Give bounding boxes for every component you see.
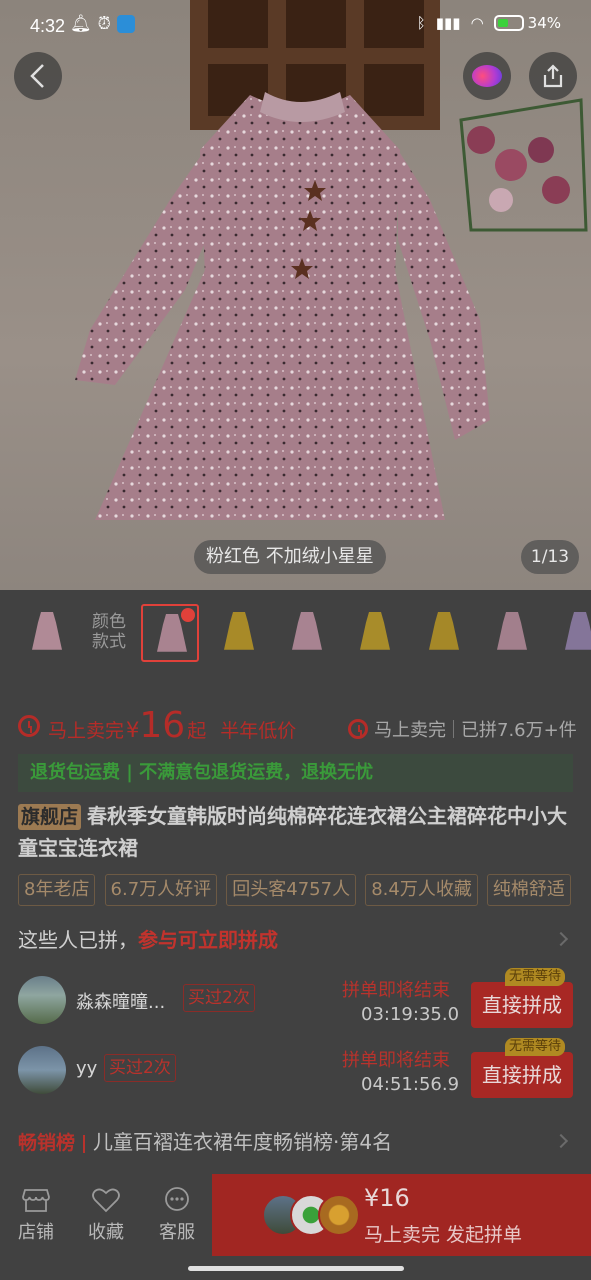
ai-orb-icon	[472, 65, 502, 87]
status-notification-icons: 🔔︎ ⏰︎	[70, 14, 135, 34]
chat-icon	[165, 1187, 189, 1211]
variant-label: 颜色 款式	[92, 612, 126, 652]
store-label: 店铺	[18, 1222, 54, 1243]
battery-icon	[493, 15, 524, 31]
variant-thumb-1[interactable]	[18, 604, 76, 662]
hot-icon	[181, 608, 195, 622]
group-buy-row: yy 买过2次 拼单即将结束 04:51:56.9 直接拼成 无需等待	[18, 1038, 578, 1100]
battery-level: 34%	[527, 14, 561, 32]
favorite-label: 收藏	[88, 1222, 124, 1243]
group-buy-header[interactable]: 这些人已拼，参与可立即拼成	[18, 924, 578, 954]
image-counter: 1/13	[521, 540, 579, 574]
alarm-icon: ⏰︎	[97, 14, 111, 34]
avatar	[18, 976, 66, 1024]
variant-thumb-5[interactable]	[346, 604, 404, 662]
status-system-icons: ᛒ ▮▮▮ ◠ 34%	[417, 14, 561, 32]
bestseller-ranking[interactable]: 畅销榜 儿童百褶连衣裙年度畅销榜·第4名	[18, 1126, 578, 1158]
variant-thumb-8[interactable]	[551, 604, 591, 662]
tag-item: 纯棉舒适	[486, 874, 571, 906]
buy-price: ¥16	[364, 1184, 410, 1212]
variant-thumb-6[interactable]	[415, 604, 473, 662]
sell-fast-label: 马上卖完	[48, 720, 125, 742]
tag-item: 8年老店	[18, 874, 96, 906]
join-group-button[interactable]: 直接拼成	[471, 982, 573, 1028]
product-title-text: 春秋季女童韩版时尚纯棉碎花连衣裙公主裙碎花中小大童宝宝连衣裙	[18, 804, 568, 860]
no-wait-badge: 无需等待	[505, 1038, 566, 1056]
alarm-clock-icon	[348, 719, 368, 739]
store-tags: 8年老店 6.7万人好评 回头客4757人 8.4万人收藏 纯棉舒适	[18, 874, 591, 908]
heart-icon	[92, 1188, 120, 1213]
variant-selector: 颜色 款式	[0, 604, 591, 670]
share-icon	[543, 64, 563, 88]
wifi-icon: ◠	[470, 14, 484, 32]
chevron-right-icon	[553, 1133, 569, 1149]
group-buy-heading: 这些人已拼，	[18, 928, 138, 952]
avatar	[318, 1194, 360, 1236]
promo-row: 马上卖完 ¥ 16 起 半年低价 马上卖完 已拼7.6万+件	[18, 708, 578, 748]
bought-badge: 买过2次	[183, 984, 255, 1012]
chevron-left-icon	[30, 64, 44, 88]
back-button[interactable]	[14, 52, 62, 100]
bluetooth-icon: ᛒ	[416, 14, 426, 32]
bought-badge: 买过2次	[104, 1054, 176, 1082]
service-label: 客服	[159, 1222, 195, 1243]
customer-service-button[interactable]: 客服	[145, 1186, 209, 1244]
avatar	[18, 1046, 66, 1094]
bell-icon: 🔔︎	[70, 14, 92, 34]
alarm-clock-icon	[18, 715, 40, 737]
chevron-right-icon	[553, 931, 569, 947]
product-title: 旗舰店 春秋季女童韩版时尚纯棉碎花连衣裙公主裙碎花中小大童宝宝连衣裙	[18, 800, 578, 864]
status-bar: 4:32 🔔︎ ⏰︎ ᛒ ▮▮▮ ◠ 34%	[0, 0, 591, 52]
price-from-suffix: 起	[187, 720, 207, 742]
ending-soon-label: 拼单即将结束	[342, 980, 450, 1001]
no-wait-badge: 无需等待	[505, 968, 566, 986]
group-buy-heading-accent: 参与可立即拼成	[138, 928, 278, 952]
group-user-name: 淼森曈曈...	[76, 992, 166, 1013]
tag-item: 8.4万人收藏	[365, 874, 478, 906]
flowers-decoration	[459, 98, 588, 232]
bestseller-badge: 畅销榜	[18, 1132, 76, 1154]
variant-thumb-7[interactable]	[483, 604, 541, 662]
start-group-buy-button[interactable]: ¥16 马上卖完 发起拼单	[212, 1174, 591, 1256]
tag-item: 6.7万人好评	[104, 874, 218, 906]
store-button[interactable]: 店铺	[4, 1186, 68, 1244]
variant-thumb-4[interactable]	[278, 604, 336, 662]
countdown-timer: 04:51:56.9	[361, 1074, 460, 1095]
sell-fast-label-right: 马上卖完	[374, 720, 446, 741]
ai-assistant-button[interactable]	[463, 52, 511, 100]
telegram-icon	[116, 15, 135, 33]
join-group-button[interactable]: 直接拼成	[471, 1052, 573, 1098]
bottom-action-bar: 店铺 收藏 客服 ¥16 马上卖完 发起拼单	[0, 1174, 591, 1256]
variant-thumb-3[interactable]	[210, 604, 268, 662]
ranking-text: 儿童百褶连衣裙年度畅销榜·第4名	[93, 1130, 393, 1154]
store-icon	[22, 1189, 50, 1212]
buyer-avatars	[262, 1194, 362, 1236]
home-indicator[interactable]	[188, 1266, 404, 1271]
ending-soon-label: 拼单即将结束	[342, 1050, 450, 1071]
share-button[interactable]	[529, 52, 577, 100]
group-buy-row: 淼森曈曈... 买过2次 拼单即将结束 03:19:35.0 直接拼成 无需等待	[18, 968, 578, 1030]
group-user-name: yy	[76, 1058, 98, 1079]
favorite-button[interactable]: 收藏	[74, 1186, 138, 1244]
tag-item: 回头客4757人	[226, 874, 357, 906]
status-time: 4:32	[30, 16, 66, 36]
currency-symbol: ¥	[126, 718, 140, 742]
countdown-timer: 03:19:35.0	[361, 1004, 460, 1025]
sales-info: 马上卖完 已拼7.6万+件	[348, 716, 577, 742]
joined-count: 已拼7.6万+件	[461, 720, 577, 741]
signal-icon: ▮▮▮	[435, 14, 461, 32]
buy-label: 马上卖完 发起拼单	[364, 1224, 523, 1246]
variant-caption: 粉红色 不加绒小星星	[194, 540, 386, 574]
low-price-tag: 半年低价	[220, 720, 297, 742]
price-value: 16	[139, 705, 186, 746]
variant-thumb-selected[interactable]	[141, 604, 199, 662]
refund-guarantee-banner[interactable]: 退货包运费 | 不满意包退货运费，退换无忧	[18, 754, 573, 792]
promo-price: 马上卖完 ¥ 16 起 半年低价	[18, 708, 296, 744]
flagship-store-badge: 旗舰店	[18, 804, 82, 830]
